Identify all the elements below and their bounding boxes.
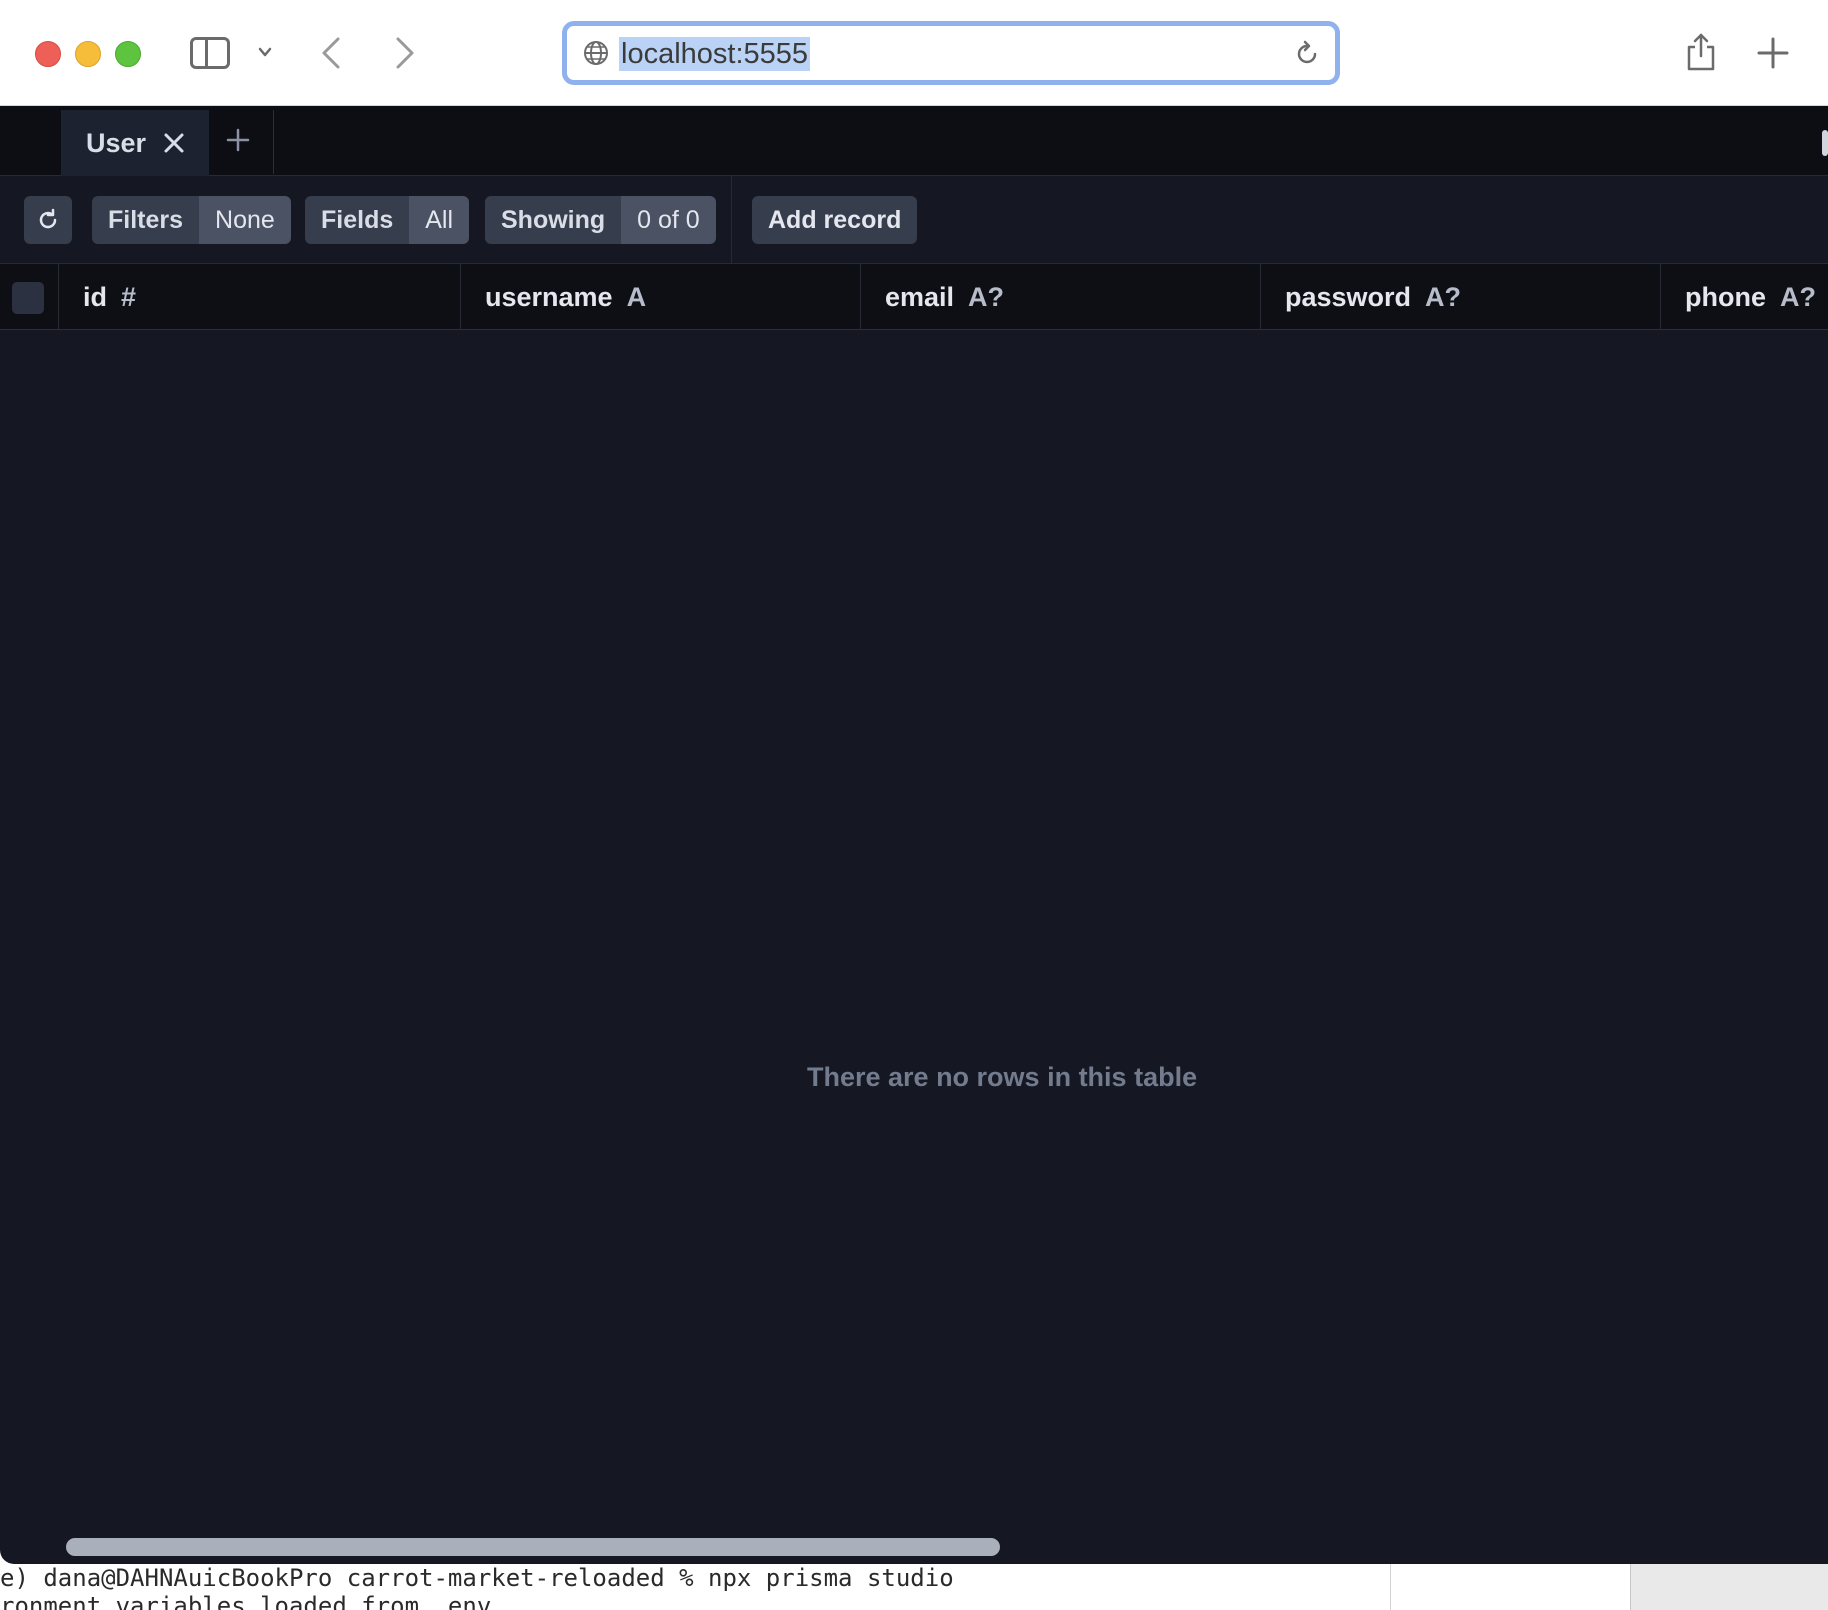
tab-user[interactable]: User bbox=[61, 110, 209, 176]
column-header-phone[interactable]: phone A? bbox=[1660, 264, 1828, 330]
column-type: # bbox=[121, 282, 137, 312]
empty-table-message: There are no rows in this table bbox=[807, 1062, 1198, 1092]
column-name: email bbox=[885, 282, 955, 312]
terminal-line: ronment variables loaded from .env bbox=[0, 1592, 492, 1610]
add-record-button[interactable]: Add record bbox=[752, 196, 918, 244]
column-header-username[interactable]: username A bbox=[460, 264, 860, 330]
column-type: A? bbox=[968, 282, 1005, 312]
column-type: A? bbox=[1780, 282, 1816, 312]
toolbar-divider bbox=[731, 176, 732, 264]
terminal-line: e) dana@DAHNAuicBookPro carrot-market-re… bbox=[0, 1564, 954, 1592]
horizontal-scrollbar[interactable] bbox=[66, 1538, 1000, 1556]
add-tab-icon[interactable] bbox=[226, 128, 250, 152]
column-name: id bbox=[83, 282, 107, 312]
column-name: password bbox=[1285, 282, 1412, 312]
close-window-button[interactable] bbox=[35, 41, 61, 67]
back-icon[interactable] bbox=[318, 36, 346, 70]
column-name: phone bbox=[1685, 282, 1766, 312]
sidebar-toggle-icon[interactable] bbox=[190, 37, 230, 69]
model-tab-bar: User bbox=[0, 106, 1828, 176]
table-header: id # username A email A? password A? phone A? bbox=[0, 264, 1828, 330]
filters-button[interactable]: Filters None bbox=[92, 196, 291, 244]
column-type: A? bbox=[1425, 282, 1462, 312]
refresh-icon bbox=[39, 208, 57, 229]
filters-label: Filters bbox=[92, 196, 200, 244]
background-window bbox=[1630, 1564, 1828, 1610]
chevron-down-icon[interactable] bbox=[258, 45, 272, 59]
column-name: username bbox=[485, 282, 613, 312]
fields-label: Fields bbox=[305, 196, 410, 244]
share-icon[interactable] bbox=[1684, 32, 1718, 72]
filters-value: None bbox=[199, 196, 291, 244]
address-bar[interactable]: localhost:5555 bbox=[562, 21, 1340, 85]
refresh-button[interactable] bbox=[24, 196, 72, 244]
column-header-email[interactable]: email A? bbox=[860, 264, 1260, 330]
forward-icon[interactable] bbox=[390, 36, 418, 70]
minimize-window-button[interactable] bbox=[75, 41, 101, 67]
reload-icon[interactable] bbox=[1293, 40, 1321, 68]
showing-value: 0 of 0 bbox=[621, 196, 716, 244]
tab-label: User bbox=[86, 128, 147, 158]
column-type: A bbox=[626, 282, 647, 312]
terminal-window: e) dana@DAHNAuicBookPro carrot-market-re… bbox=[0, 1564, 1828, 1610]
url-text[interactable]: localhost:5555 bbox=[619, 37, 811, 71]
showing-button[interactable]: Showing 0 of 0 bbox=[485, 196, 716, 244]
terminal-divider bbox=[1390, 1564, 1391, 1610]
browser-toolbar: localhost:5555 bbox=[0, 0, 1828, 106]
zoom-window-button[interactable] bbox=[115, 41, 141, 67]
column-header-password[interactable]: password A? bbox=[1260, 264, 1660, 330]
new-tab-icon[interactable] bbox=[1756, 36, 1790, 70]
table-toolbar: Filters None Fields All Showing 0 of 0 A… bbox=[0, 176, 1828, 264]
column-header-id[interactable]: id # bbox=[58, 264, 460, 330]
showing-label: Showing bbox=[485, 196, 622, 244]
fields-value: All bbox=[409, 196, 470, 244]
prisma-studio: User Filters None Fields All Showing 0 o… bbox=[0, 106, 1828, 1564]
select-all-checkbox[interactable] bbox=[12, 282, 44, 314]
globe-icon bbox=[584, 41, 608, 65]
fields-button[interactable]: Fields All bbox=[305, 196, 470, 244]
settings-icon[interactable] bbox=[1822, 130, 1828, 156]
tab-divider bbox=[273, 110, 274, 174]
close-icon[interactable] bbox=[163, 132, 185, 154]
